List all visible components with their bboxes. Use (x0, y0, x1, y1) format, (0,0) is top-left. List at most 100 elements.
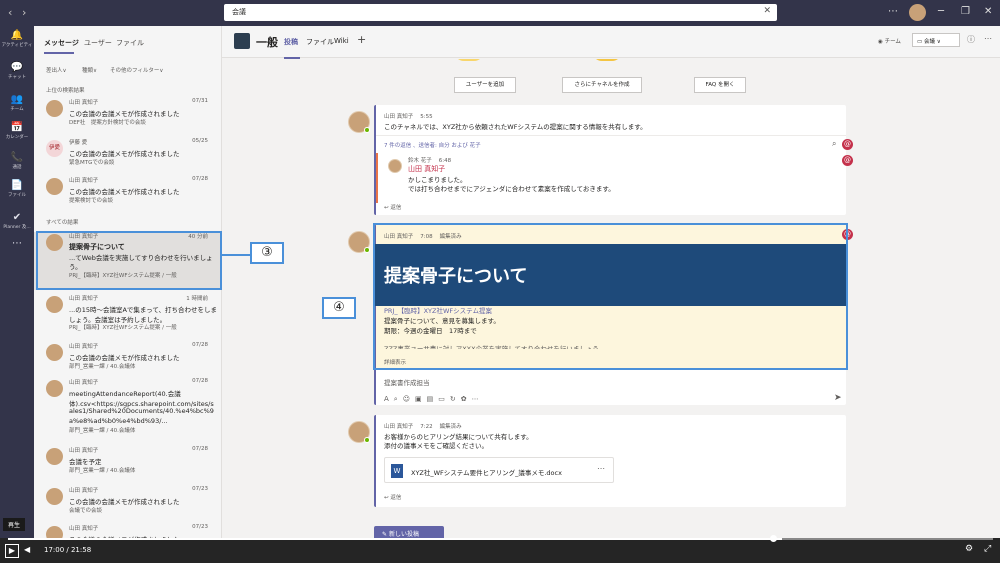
post-card-file: 山田 真知子 7:22 編集済み お客様からのヒアリング結果について共有します。… (374, 415, 846, 507)
forward-arrow-icon[interactable]: › (22, 6, 26, 19)
selected-result-highlight (36, 231, 222, 290)
team-icon (234, 33, 250, 49)
callout-3: ③ (250, 242, 284, 264)
title-bar: ‹ › 会議 ✕ ⋯ ─ ❐ ✕ (0, 0, 1000, 26)
tab-channel-files[interactable]: ファイル (306, 37, 334, 47)
post-body: このチャネルでは、XYZ社から依頼されたWFシステムの提案に関する情報を共有しま… (384, 123, 647, 131)
clear-search-icon[interactable]: ✕ (763, 6, 771, 16)
avatar (388, 159, 402, 173)
chat-icon: 💬 (10, 62, 24, 73)
maximize-icon[interactable]: ❐ (961, 6, 970, 17)
emoji-icon[interactable]: ☺ (403, 395, 415, 403)
reply-button-label: 返信 (390, 205, 402, 211)
channel-more-icon[interactable]: ⋯ (984, 34, 992, 43)
result-line2: DEF社 提案方針検討での会談 (69, 119, 146, 126)
reply-button[interactable]: ↩ 返信 (384, 493, 401, 501)
progress-handle[interactable] (770, 535, 777, 542)
result-line2: 体).csv<https://sgpcs.sharepoint.com/site… (69, 399, 214, 408)
tab-posts[interactable]: 投稿 (284, 37, 298, 47)
reply-button-label: 返信 (390, 495, 402, 501)
gif-icon[interactable]: ▣ (415, 395, 427, 403)
rail-item-files[interactable]: 📄 ファイル (0, 180, 34, 198)
settings-icon[interactable]: ⚙ (965, 544, 973, 554)
mention[interactable]: 山田 真知子 (408, 164, 445, 174)
tab-users[interactable]: ユーザー (84, 38, 112, 48)
reply-compose-box[interactable]: 提案書作成担当 (384, 377, 430, 387)
result-line3: PRJ_【臨時】XYZ社WFシステム提案 / 一般 (69, 325, 177, 331)
channel-info-icon[interactable]: ⓘ (967, 34, 975, 45)
rail-item-calendar[interactable]: 📅 カレンダー (0, 122, 34, 140)
replies-summary-link[interactable]: 7 件の返信 、送信者: 自分 および 花子 (384, 141, 481, 149)
rail-item-chat[interactable]: 💬 チャット (0, 62, 34, 80)
search-value: 会議 (232, 8, 246, 16)
more-options-icon[interactable]: ⋯ (888, 6, 898, 17)
file-more-icon[interactable]: ⋯ (597, 464, 605, 473)
file-name: XYZ社_WFシステム要件ヒアリング_議事メモ.docx (411, 469, 562, 477)
tab-files[interactable]: ファイル (116, 38, 144, 48)
play-icon[interactable]: ▶ (5, 544, 19, 558)
filter-sender[interactable]: 差出人∨ (46, 66, 67, 74)
avatar (46, 344, 63, 361)
add-tab-icon[interactable]: + (357, 33, 366, 46)
compose-toolbar: A⌕☺▣▤▭↻✿⋯ (384, 395, 484, 404)
progress-bar[interactable] (8, 538, 993, 540)
attach-icon[interactable]: ⌕ (394, 395, 403, 403)
mention-at-icon-2: @ (842, 155, 853, 166)
presence-available-icon (364, 127, 370, 133)
close-window-icon[interactable]: ✕ (984, 6, 992, 17)
minimize-icon[interactable]: ─ (938, 6, 944, 17)
result-date: 07/28 (192, 446, 208, 452)
open-faq-button[interactable]: FAQ を開く (694, 77, 746, 93)
filter-type[interactable]: 種類∨ (82, 66, 97, 74)
result-date: 07/23 (192, 524, 208, 530)
new-post-button[interactable]: ✎ 新しい投稿 (374, 526, 444, 538)
result-line2: 会議での会談 (69, 507, 103, 514)
avatar (46, 380, 63, 397)
rail-item-teams[interactable]: 👥 チーム (0, 94, 34, 112)
all-results-heading: すべての結果 (46, 220, 79, 226)
team-info-label: チーム (884, 39, 901, 45)
format-icon[interactable]: A (384, 395, 394, 403)
loop-icon[interactable]: ↻ (450, 395, 461, 403)
sticker-icon[interactable]: ▤ (427, 395, 439, 403)
result-name: 山田 真知子 (69, 178, 99, 184)
result-line1: meetingAttendanceReport(40.会議 (69, 390, 181, 398)
reply-button[interactable]: ↩ 返信 (384, 203, 401, 211)
rail-item-bell[interactable]: 🔔 アクティビティ (0, 30, 34, 48)
back-arrow-icon[interactable]: ‹ (8, 6, 12, 19)
presence-available-icon (364, 437, 370, 443)
result-line2: 提案検討での会談 (69, 197, 114, 204)
result-line3: ales1/Shared%20Documents/40.%e4%bc%9 (69, 407, 214, 415)
tab-messages[interactable]: メッセージ (44, 38, 79, 48)
more-compose-icon[interactable]: ⋯ (472, 395, 484, 403)
progress-fill (8, 538, 783, 540)
meet-button[interactable]: ▭ 会議 ∨ (912, 33, 960, 47)
avatar: 伊愛 (46, 140, 63, 157)
rail-item-call[interactable]: 📞 通話 (0, 152, 34, 170)
result-date: 07/28 (192, 176, 208, 182)
welcome-illustration-2 (592, 59, 622, 61)
top-results-heading: 上位の検索結果 (46, 88, 85, 94)
volume-icon[interactable]: ◀ (24, 545, 30, 554)
profile-avatar[interactable] (909, 4, 926, 21)
result-date: 1 時間前 (186, 296, 208, 302)
filter-more[interactable]: その他のフィルター∨ (110, 66, 163, 74)
rail-item-planner[interactable]: ✔ Planner 及... (0, 212, 34, 230)
teams-icon: 👥 (10, 94, 24, 105)
add-user-button[interactable]: ユーザーを追加 (454, 77, 516, 93)
meet-now-icon[interactable]: ▭ (438, 395, 450, 403)
send-icon[interactable]: ➤ (834, 393, 842, 403)
active-tab-indicator (44, 52, 74, 54)
file-attachment-card[interactable]: W XYZ社_WFシステム要件ヒアリング_議事メモ.docx ⋯ (384, 457, 614, 483)
team-info-button[interactable]: ◉ チーム (878, 37, 901, 45)
create-channel-button[interactable]: さらにチャネルを作成 (562, 77, 642, 93)
fullscreen-icon[interactable]: ⤢ (984, 544, 991, 554)
result-line2: 部門_営業一課 / 40.会議体 (69, 363, 136, 370)
tab-wiki[interactable]: Wiki (334, 37, 349, 45)
files-icon: 📄 (10, 180, 24, 191)
rail-label: Planner 及... (3, 225, 31, 230)
result-line1: この会議の会議メモが作成されました (69, 150, 180, 158)
praise-icon[interactable]: ✿ (461, 395, 472, 403)
search-input[interactable]: 会議 ✕ (224, 4, 777, 21)
rail-item-more[interactable]: ⋯ (0, 238, 34, 250)
